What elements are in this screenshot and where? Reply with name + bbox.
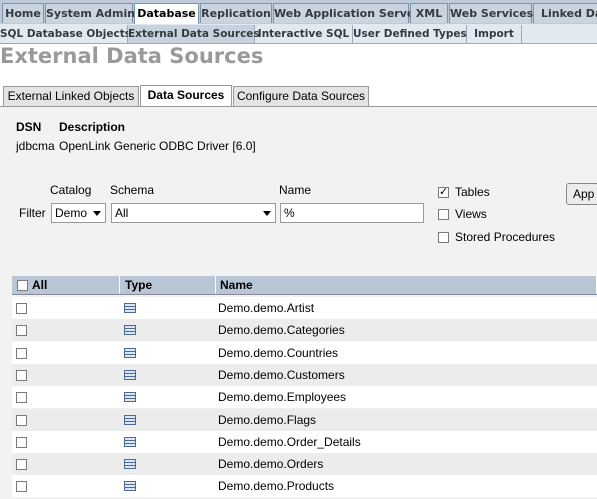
tables-checkbox[interactable] xyxy=(438,185,449,198)
row-name[interactable]: Demo.demo.Countries xyxy=(218,342,338,364)
row-name[interactable]: Demo.demo.Customers xyxy=(218,364,345,386)
table-icon xyxy=(124,436,136,447)
table-icon xyxy=(124,369,136,380)
filter-label: Filter xyxy=(19,206,46,220)
dsn-value[interactable]: jdbcma xyxy=(16,139,55,153)
chevron-down-icon xyxy=(93,211,101,216)
table-icon xyxy=(124,325,136,336)
subnav-tab-sql-database-objects[interactable]: SQL Database Objects xyxy=(0,25,131,43)
nav-tab-web-application-server[interactable]: Web Application Server xyxy=(273,3,420,23)
subnav-tab-interactive-sql[interactable]: Interactive SQL xyxy=(255,25,353,43)
nav-tab-home[interactable]: Home xyxy=(2,3,44,23)
nav-tab-database[interactable]: Database xyxy=(134,3,199,24)
nav-tab-web-services[interactable]: Web Services xyxy=(449,3,533,23)
row-checkbox[interactable] xyxy=(16,481,27,493)
table-icon xyxy=(124,347,136,358)
table-row[interactable]: Demo.demo.Artist xyxy=(12,297,597,319)
col-type[interactable]: Type xyxy=(120,276,216,294)
row-name[interactable]: Demo.demo.Categories xyxy=(218,319,345,341)
tab-data-sources[interactable]: Data Sources xyxy=(140,85,232,107)
dsn-description: OpenLink Generic ODBC Driver [6.0] xyxy=(59,139,256,153)
sub-nav: SQL Database Objects External Data Sourc… xyxy=(0,24,597,44)
row-name[interactable]: Demo.demo.Products xyxy=(218,475,334,497)
schema-select[interactable]: All xyxy=(111,203,276,223)
subnav-tab-external-data-sources[interactable]: External Data Sources xyxy=(128,25,260,43)
views-checkbox[interactable] xyxy=(438,209,449,220)
table-row[interactable]: Demo.demo.Order_Details xyxy=(12,430,597,453)
col-all[interactable]: All xyxy=(28,276,120,294)
catalog-select[interactable]: Demo xyxy=(51,203,106,223)
row-checkbox[interactable] xyxy=(16,369,27,381)
row-name[interactable]: Demo.demo.Artist xyxy=(218,297,314,319)
name-input[interactable]: % xyxy=(280,203,424,223)
row-checkbox[interactable] xyxy=(16,347,27,359)
stored-procedures-checkbox[interactable] xyxy=(438,232,449,243)
views-label: Views xyxy=(455,207,487,221)
chevron-down-icon xyxy=(263,211,271,216)
name-input-value: % xyxy=(284,206,295,220)
table-row[interactable]: Demo.demo.Flags xyxy=(12,408,597,431)
row-name[interactable]: Demo.demo.Employees xyxy=(218,386,346,408)
tables-label: Tables xyxy=(455,185,490,199)
table-row[interactable]: Demo.demo.Customers xyxy=(12,363,597,386)
row-checkbox[interactable] xyxy=(16,436,27,448)
row-checkbox[interactable] xyxy=(16,325,27,337)
apply-button[interactable]: App xyxy=(566,183,597,205)
nav-tab-replication[interactable]: Replication xyxy=(200,3,272,23)
row-name[interactable]: Demo.demo.Orders xyxy=(218,453,323,475)
subnav-tab-user-defined-types[interactable]: User Defined Types xyxy=(353,25,467,43)
row-checkbox[interactable] xyxy=(16,459,27,471)
catalog-select-value: Demo xyxy=(55,206,88,220)
tab-configure-data-sources[interactable]: Configure Data Sources xyxy=(233,86,369,106)
select-all-checkbox[interactable] xyxy=(17,280,28,291)
row-name[interactable]: Demo.demo.Order_Details xyxy=(218,431,361,453)
nav-tab-system-admin[interactable]: System Admin xyxy=(45,3,135,23)
main-nav: Home System Admin Database Replication W… xyxy=(0,0,597,24)
subnav-tab-import[interactable]: Import xyxy=(467,25,522,43)
dsn-header: DSN xyxy=(16,120,42,134)
table-icon xyxy=(124,414,136,425)
table-row[interactable]: Demo.demo.Products xyxy=(12,475,597,498)
nav-tab-linked-data[interactable]: Linked Dat xyxy=(533,3,597,23)
table-row[interactable]: Demo.demo.Countries xyxy=(12,341,597,364)
nav-tab-xml[interactable]: XML xyxy=(410,3,448,23)
table-icon xyxy=(124,459,136,470)
table-row[interactable]: Demo.demo.Employees xyxy=(12,386,597,409)
name-label: Name xyxy=(279,183,312,197)
table-row[interactable]: Demo.demo.Orders xyxy=(12,453,597,476)
row-checkbox[interactable] xyxy=(16,303,27,314)
row-checkbox[interactable] xyxy=(16,392,27,404)
page-title: External Data Sources xyxy=(0,44,264,68)
col-name[interactable]: Name xyxy=(216,276,597,294)
catalog-label: Catalog xyxy=(50,183,92,197)
table-header: All Type Name xyxy=(12,276,597,295)
description-header: Description xyxy=(59,120,126,134)
stored-procedures-label: Stored Procedures xyxy=(455,230,556,244)
table-icon xyxy=(124,481,136,492)
tab-external-linked-objects[interactable]: External Linked Objects xyxy=(3,86,139,106)
table-icon xyxy=(124,392,136,403)
schema-label: Schema xyxy=(110,183,155,197)
row-name[interactable]: Demo.demo.Flags xyxy=(218,409,316,431)
schema-select-value: All xyxy=(115,206,129,220)
table-row[interactable]: Demo.demo.Categories xyxy=(12,319,597,342)
row-checkbox[interactable] xyxy=(16,414,27,426)
table-icon xyxy=(124,303,136,313)
